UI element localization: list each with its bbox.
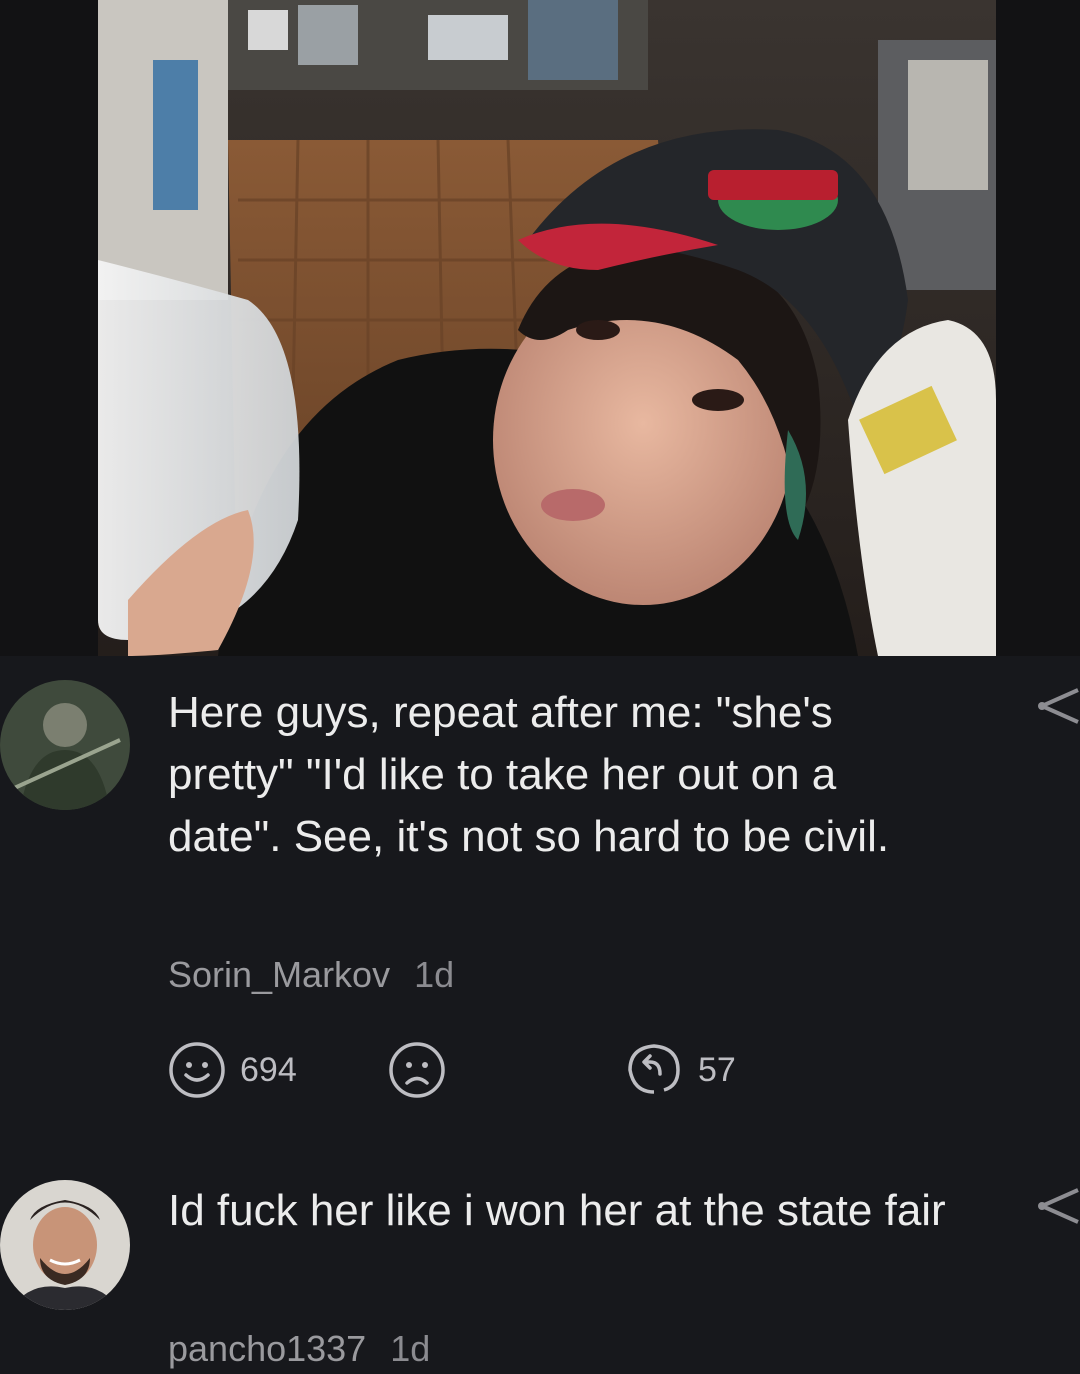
- dislike-button[interactable]: [388, 1040, 446, 1100]
- reply-count: 57: [698, 1050, 736, 1089]
- comment-item: Id fuck her like i won her at the state …: [0, 1160, 1080, 1374]
- like-count: 694: [240, 1050, 297, 1089]
- comment-author[interactable]: pancho1337: [168, 1328, 366, 1369]
- photo-illustration: [98, 0, 996, 656]
- share-icon[interactable]: [1034, 684, 1080, 730]
- comment-time: 1d: [414, 954, 455, 995]
- comment-actions: 694 57: [168, 1040, 868, 1100]
- comment-text: Id fuck her like i won her at the state …: [168, 1186, 946, 1235]
- comment-meta: Sorin_Markov 1d: [168, 954, 454, 996]
- comment-author[interactable]: Sorin_Markov: [168, 954, 390, 995]
- comment-meta: pancho1337 1d: [168, 1328, 430, 1370]
- frown-icon: [389, 1042, 445, 1098]
- user-avatar-icon: [0, 1180, 130, 1310]
- share-icon[interactable]: [1034, 1184, 1080, 1230]
- comment-time: 1d: [390, 1328, 431, 1369]
- like-button[interactable]: 694: [168, 1040, 297, 1100]
- post-photo[interactable]: [98, 0, 996, 656]
- comment-text: Here guys, repeat after me: "she's prett…: [168, 688, 890, 861]
- user-avatar-icon: [0, 680, 130, 810]
- comment-item: Here guys, repeat after me: "she's prett…: [0, 656, 1080, 1156]
- avatar[interactable]: [0, 680, 130, 810]
- reply-button[interactable]: 57: [624, 1040, 736, 1100]
- avatar[interactable]: [0, 1180, 130, 1310]
- smile-icon: [169, 1042, 225, 1098]
- reply-icon: [628, 1044, 680, 1094]
- post-image-frame: [0, 0, 1080, 656]
